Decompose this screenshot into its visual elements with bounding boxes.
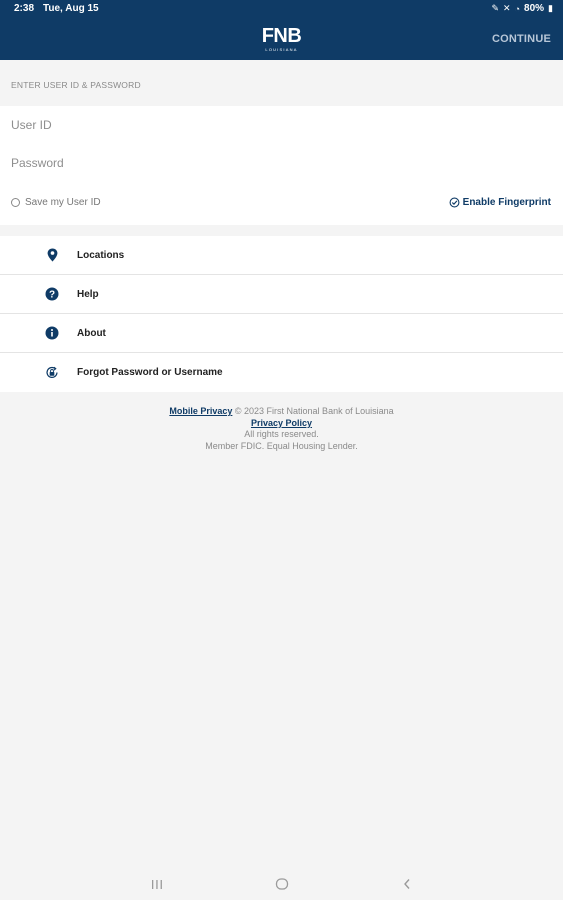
edit-pen-icon: ✎ xyxy=(491,3,500,13)
status-bar: 2:38 Tue, Aug 15 ✎ ✕ ◔ 80% ▮ xyxy=(0,0,563,17)
fnb-logo: FNB LOUISIANA xyxy=(262,26,302,52)
back-icon[interactable] xyxy=(397,874,417,894)
status-date: Tue, Aug 15 xyxy=(43,3,99,14)
menu-item-about[interactable]: About xyxy=(0,314,563,353)
menu-item-label: Forgot Password or Username xyxy=(77,367,223,378)
menu-item-help[interactable]: ? Help xyxy=(0,275,563,314)
home-icon[interactable] xyxy=(272,874,292,894)
login-form: Save my User ID Enable Fingerprint xyxy=(0,106,563,225)
footer: Mobile Privacy © 2023 First National Ban… xyxy=(0,406,563,452)
save-user-id-radio[interactable] xyxy=(11,198,20,207)
logo-subtext: LOUISIANA xyxy=(265,46,298,52)
wifi-icon: ◔ xyxy=(514,3,521,14)
fdic-text: Member FDIC. Equal Housing Lender. xyxy=(205,440,358,451)
menu-item-label: Help xyxy=(77,288,99,300)
enable-fingerprint-button[interactable]: Enable Fingerprint xyxy=(449,197,551,208)
app-bar: FNB LOUISIANA CONTINUE xyxy=(0,17,563,60)
system-nav-bar xyxy=(0,868,563,900)
mobile-privacy-link[interactable]: Mobile Privacy xyxy=(169,406,232,416)
check-circle-icon xyxy=(449,197,460,208)
menu-item-locations[interactable]: Locations xyxy=(0,236,563,275)
user-id-input[interactable] xyxy=(11,112,551,138)
enable-fingerprint-label: Enable Fingerprint xyxy=(462,197,551,208)
info-icon xyxy=(45,326,59,340)
copyright-text: © 2023 First National Bank of Louisiana xyxy=(232,406,394,416)
menu-item-forgot-password[interactable]: Forgot Password or Username xyxy=(0,353,563,392)
menu-item-label: Locations xyxy=(77,249,125,261)
save-user-id-label: Save my User ID xyxy=(25,197,101,208)
svg-text:?: ? xyxy=(49,290,55,301)
recent-apps-icon[interactable] xyxy=(147,874,167,894)
menu-list: Locations ? Help About Forgot Password o… xyxy=(0,236,563,392)
login-section-label: ENTER USER ID & PASSWORD xyxy=(11,80,141,90)
save-user-id-option[interactable]: Save my User ID xyxy=(11,197,101,208)
lock-reset-icon xyxy=(45,366,59,380)
battery-icon: ▮ xyxy=(548,3,553,13)
footer-line-2: Privacy Policy xyxy=(0,418,563,430)
password-input[interactable] xyxy=(11,150,551,176)
privacy-policy-link[interactable]: Privacy Policy xyxy=(251,418,312,428)
location-pin-icon xyxy=(45,248,59,262)
battery-percent: 80% xyxy=(524,3,545,14)
menu-item-label: About xyxy=(77,327,106,339)
logo-text: FNB xyxy=(261,24,302,47)
continue-button[interactable]: CONTINUE xyxy=(492,17,551,60)
rights-text: All rights reserved. xyxy=(244,429,319,439)
footer-line-1: Mobile Privacy © 2023 First National Ban… xyxy=(0,406,563,418)
mute-icon: ✕ xyxy=(503,3,511,13)
status-time: 2:38 xyxy=(14,3,35,14)
help-icon: ? xyxy=(45,287,59,301)
